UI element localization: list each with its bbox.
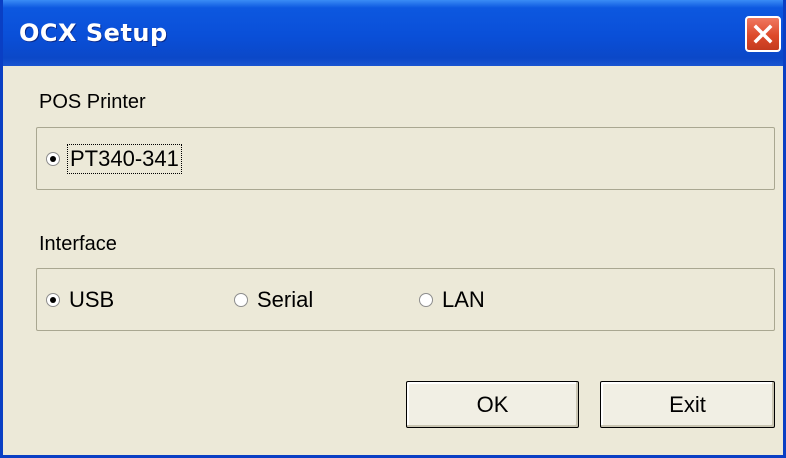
radio-button[interactable] bbox=[46, 152, 60, 166]
interface-label: Interface bbox=[39, 233, 117, 255]
radio-label: PT340-341 bbox=[67, 144, 182, 174]
radio-label: Serial bbox=[257, 287, 314, 312]
radio-usb[interactable]: USB bbox=[46, 285, 114, 315]
radio-label: LAN bbox=[442, 287, 485, 312]
radio-label: USB bbox=[69, 287, 115, 312]
radio-pt340-341[interactable]: PT340-341 bbox=[46, 144, 182, 174]
radio-button[interactable] bbox=[234, 293, 248, 307]
radio-button[interactable] bbox=[419, 293, 433, 307]
interface-group bbox=[36, 268, 775, 331]
pos-printer-label: POS Printer bbox=[39, 91, 146, 113]
close-button[interactable] bbox=[745, 16, 781, 52]
window-title: OCX Setup bbox=[19, 19, 168, 47]
ocx-setup-dialog: OCX Setup POS Printer PT340-341 Interfac… bbox=[0, 0, 786, 458]
radio-serial[interactable]: Serial bbox=[234, 285, 313, 315]
title-bar[interactable]: OCX Setup bbox=[3, 0, 783, 66]
close-icon bbox=[753, 24, 773, 44]
exit-button[interactable]: Exit bbox=[600, 381, 775, 428]
radio-lan[interactable]: LAN bbox=[419, 285, 485, 315]
radio-button[interactable] bbox=[46, 293, 60, 307]
ok-button[interactable]: OK bbox=[406, 381, 579, 428]
